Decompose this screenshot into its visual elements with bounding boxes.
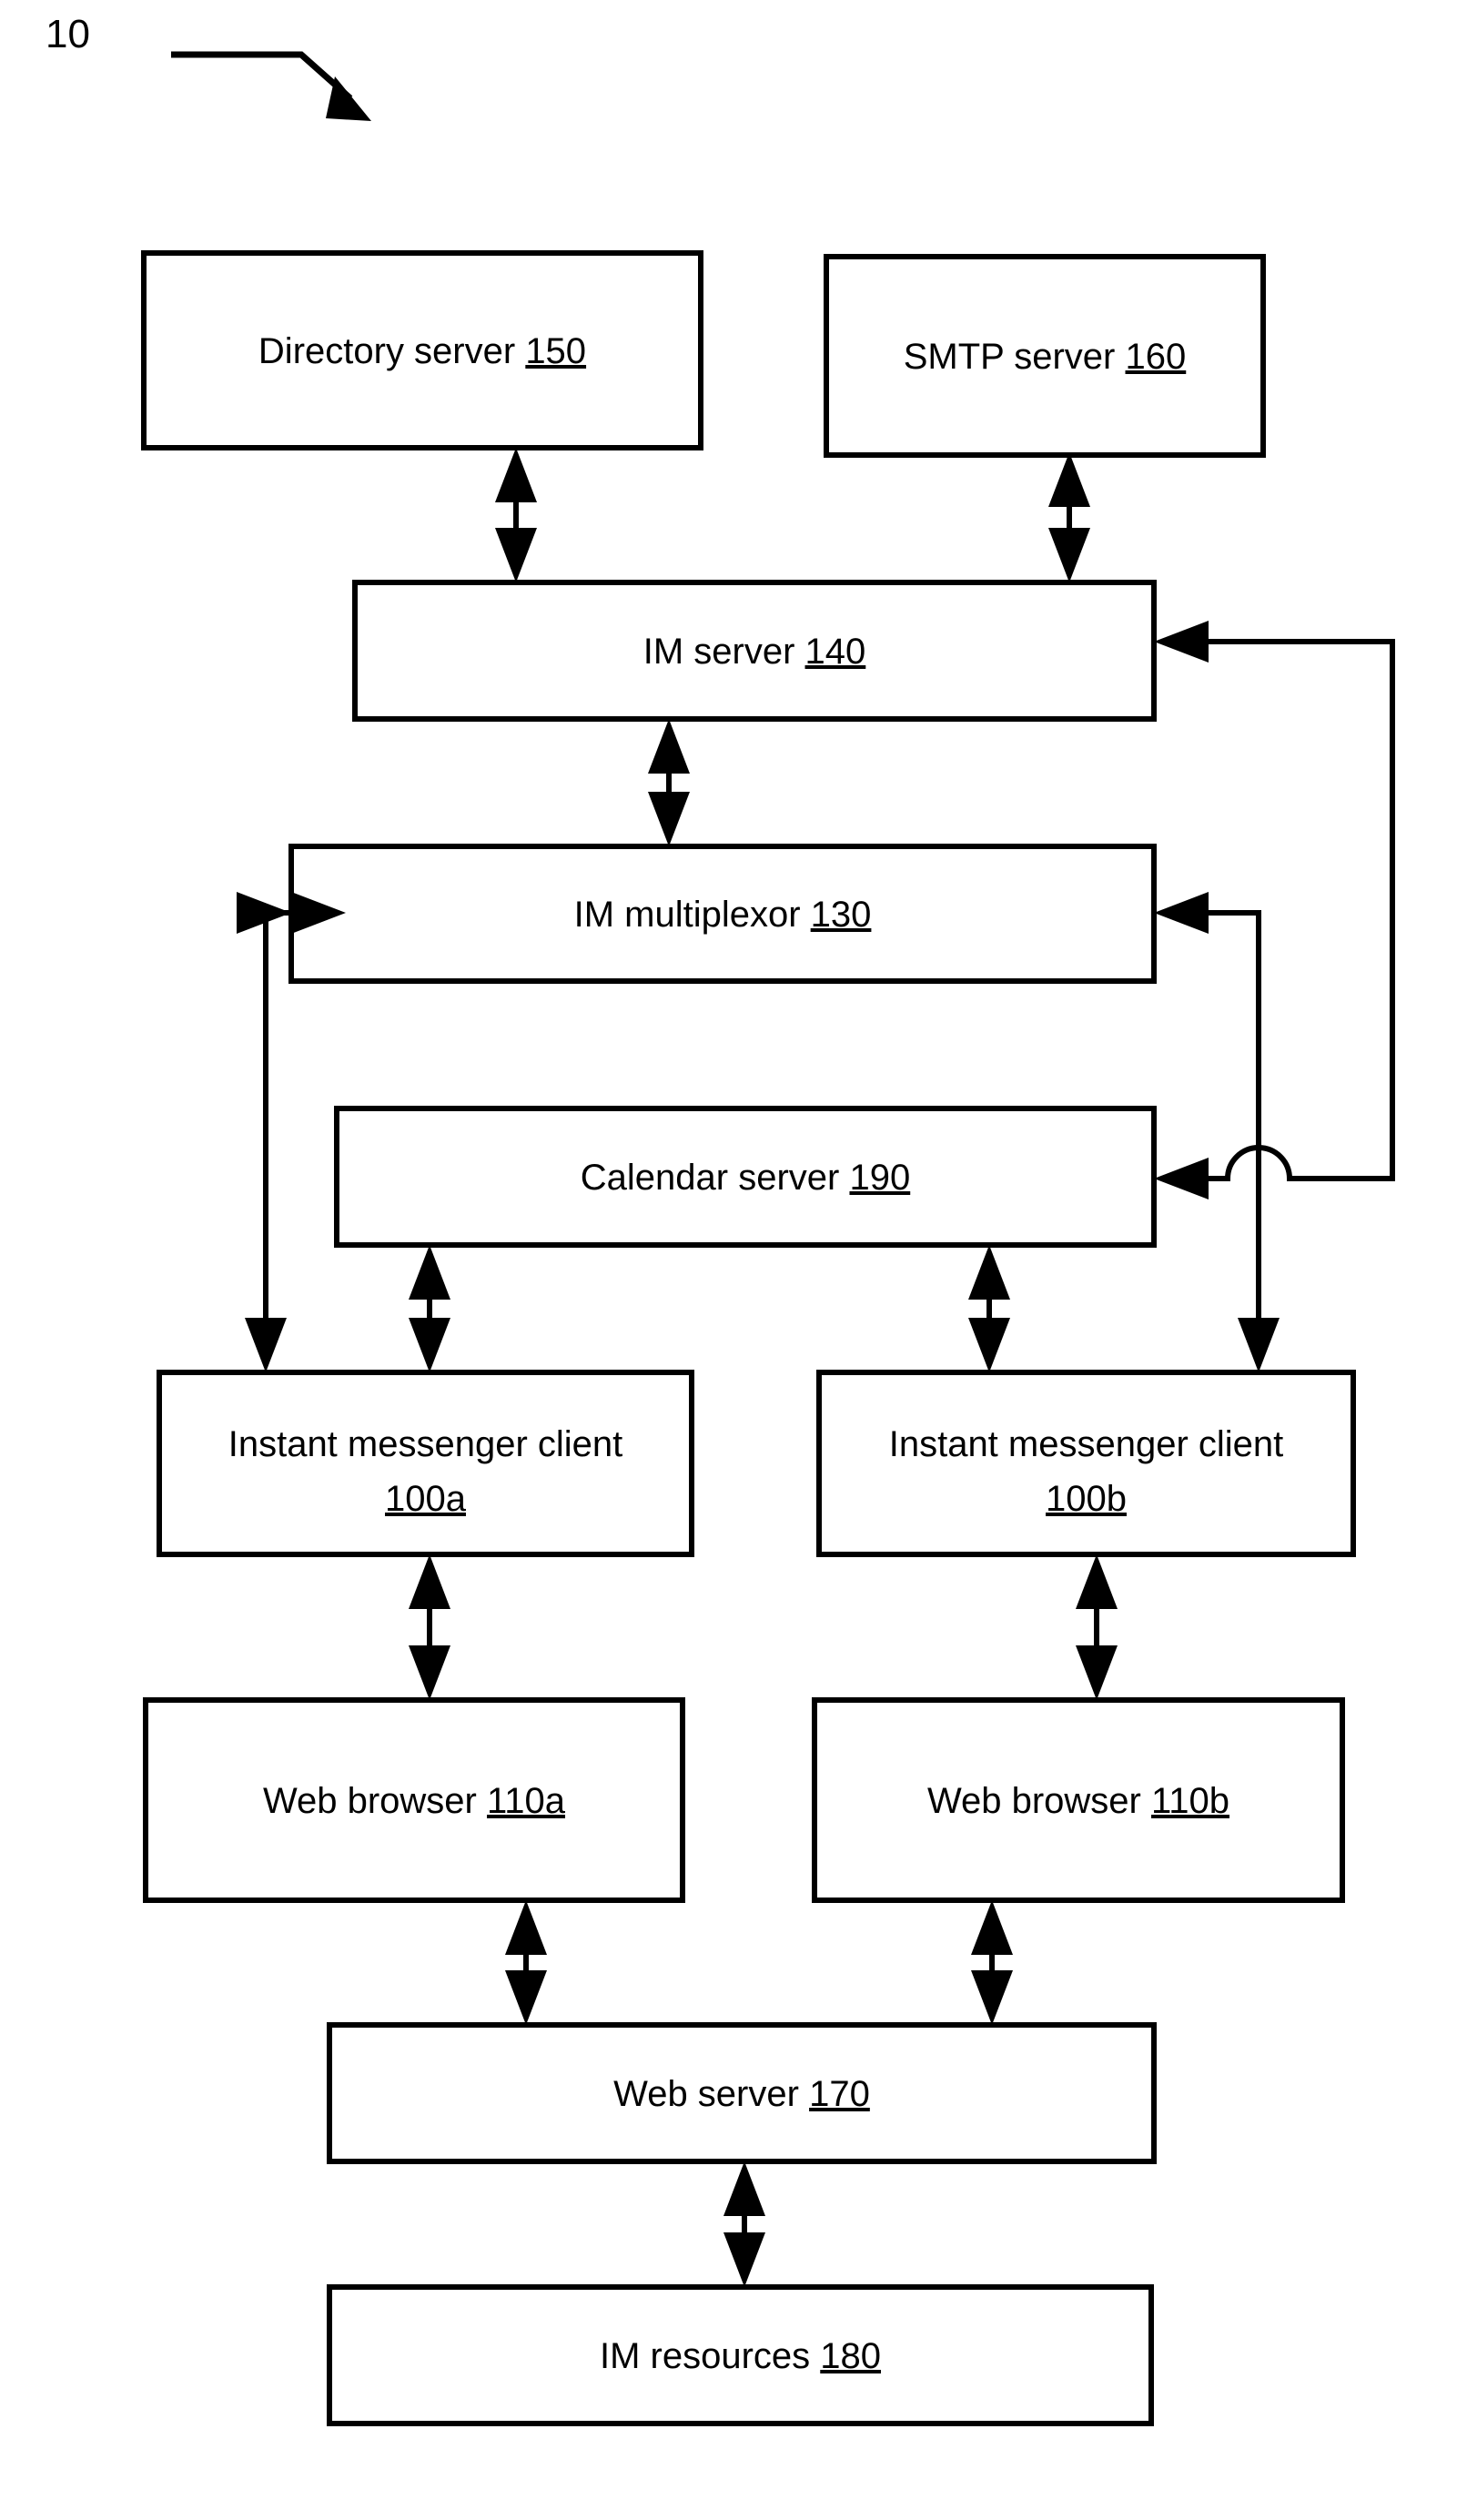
connectors-layer (237, 448, 1395, 2287)
node-label-text-calendar-server: Calendar server (581, 1158, 840, 1198)
node-label-im-multiplexor: IM multiplexor 130 (574, 895, 872, 935)
node-label-im-resources: IM resources 180 (600, 2336, 881, 2376)
node-label-web-browser-b: Web browser 110b (927, 1781, 1229, 1821)
connector-calendar-to-client-b (968, 1245, 1010, 1372)
node-label-text-smtp-server: SMTP server (904, 337, 1116, 377)
node-label-text-im-multiplexor: IM multiplexor (574, 895, 801, 935)
connector-client-a-to-browser-a (409, 1554, 450, 1700)
node-label-text-web-browser-b: Web browser (927, 1781, 1141, 1821)
figure-reference-numeral: 10 (46, 12, 90, 56)
node-ref-web-server: 170 (809, 2074, 870, 2114)
connector-browser-b-to-web-server (971, 1900, 1013, 2025)
node-label-web-server: Web server 170 (613, 2074, 870, 2114)
node-label-text-web-browser-a: Web browser (263, 1781, 477, 1821)
node-ref-im-resources: 180 (820, 2336, 881, 2376)
node-ref-im-multiplexor: 130 (811, 895, 872, 935)
connector-multiplexor-to-client-b (1154, 892, 1280, 1372)
node-label-im-client-b: Instant messenger client (889, 1424, 1284, 1464)
node-ref-im-server: 140 (805, 632, 866, 672)
node-label-text-im-server: IM server (643, 632, 795, 672)
connector-smtp-to-im-server (1048, 452, 1090, 582)
node-ref-smtp-server: 160 (1126, 337, 1187, 377)
node-ref-im-client-b: 100b (1046, 1479, 1127, 1519)
node-label-text-im-resources: IM resources (600, 2336, 810, 2376)
figure-leader-line (171, 51, 371, 121)
node-ref-web-browser-b: 110b (1151, 1781, 1229, 1821)
node-ref-calendar-server: 190 (849, 1158, 910, 1198)
system-architecture-diagram: 10 Directory server 150 SMTP server 160I… (46, 12, 1395, 2426)
patent-figure: 10 Directory server 150 SMTP server 160 … (0, 0, 1467, 2520)
connector-calendar-to-client-a (409, 1245, 450, 1372)
connector-web-server-to-im-resources (723, 2161, 765, 2287)
node-ref-directory-server: 150 (525, 331, 586, 371)
connector-directory-to-im-server (495, 448, 537, 582)
connector-client-b-to-browser-b (1076, 1554, 1118, 1700)
node-label-web-browser-a: Web browser 110a (263, 1781, 566, 1821)
node-label-directory-server: Directory server 150 (258, 331, 586, 371)
connector-browser-a-to-web-server (505, 1900, 547, 2025)
node-label-smtp-server: SMTP server 160 (904, 337, 1187, 377)
node-label-text-directory-server: Directory server (258, 331, 515, 371)
node-ref-web-browser-a: 110a (487, 1781, 566, 1821)
node-ref-im-client-a: 100a (385, 1479, 467, 1519)
node-label-text-web-server: Web server (613, 2074, 799, 2114)
connector-im-server-to-multiplexor (648, 719, 690, 846)
node-label-im-server: IM server 140 (643, 632, 866, 672)
node-label-calendar-server: Calendar server 190 (581, 1158, 910, 1198)
node-label-im-client-a: Instant messenger client (228, 1424, 623, 1464)
